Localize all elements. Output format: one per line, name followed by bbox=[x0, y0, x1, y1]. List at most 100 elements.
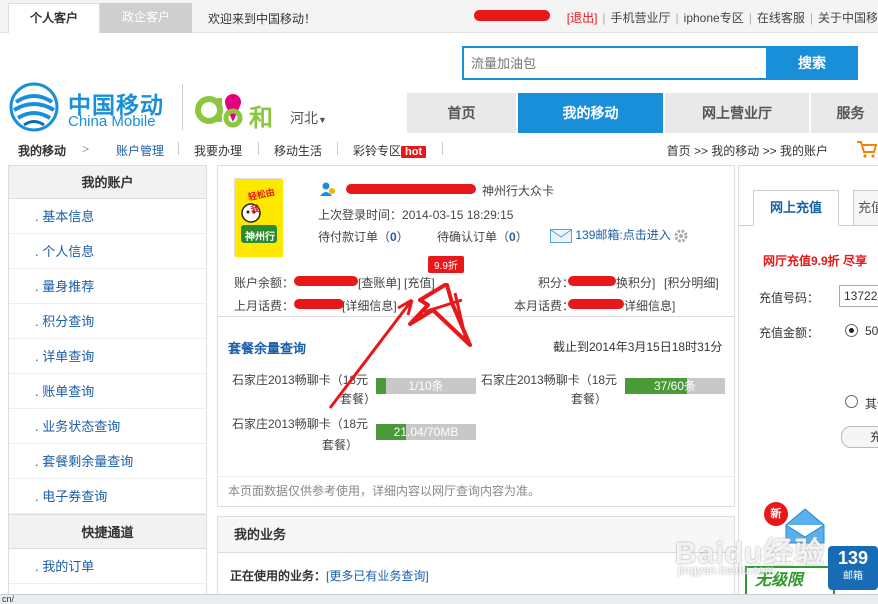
pending-confirm-count[interactable]: 0 bbox=[509, 230, 516, 244]
user-icon bbox=[320, 182, 336, 199]
nav-tab-home[interactable]: 首页 bbox=[407, 93, 517, 133]
divider bbox=[337, 142, 338, 155]
mail-139-number: 139 bbox=[837, 548, 869, 568]
this-month-detail-link[interactable]: 详细信息] bbox=[624, 297, 675, 314]
shopping-cart-icon[interactable] bbox=[856, 140, 878, 158]
top-link-mobile-hall[interactable]: 手机营业厅 bbox=[611, 11, 671, 25]
status-bar: cn/ bbox=[0, 594, 878, 604]
avatar-brand: 神州行 bbox=[245, 232, 275, 243]
last-login-time: 2014-03-15 18:29:15 bbox=[402, 208, 514, 222]
my-business-title: 我的业务 bbox=[218, 517, 734, 553]
subnav-mobile-life[interactable]: 移动生活 bbox=[274, 142, 322, 159]
subnav-ringtone-label: 彩铃专区 bbox=[353, 144, 402, 158]
sub-nav: 我的移动 > 账户管理 我要办理 移动生活 彩铃专区 hot 首页 >> 我的移动… bbox=[0, 136, 878, 162]
top-link-about[interactable]: 关于中国移 bbox=[818, 11, 878, 25]
and-brand-logo[interactable]: 和 bbox=[195, 80, 280, 132]
nav-tab-online-hall[interactable]: 网上营业厅 bbox=[665, 93, 810, 133]
tab-enterprise-customer[interactable]: 政企客户 bbox=[100, 3, 192, 33]
logout-link[interactable]: [退出] bbox=[567, 11, 598, 25]
last-login: 上次登录时间：2014-03-15 18:29:15 bbox=[318, 206, 513, 223]
sidebar-item-my-orders[interactable]: 我的订单 bbox=[9, 549, 206, 584]
package-name-2: 石家庄2013畅聊卡（18元 bbox=[481, 373, 618, 387]
divider bbox=[218, 316, 734, 317]
province-label: 河北 bbox=[290, 110, 318, 126]
province-selector[interactable]: 河北▼ bbox=[290, 108, 327, 128]
pending-payment-count[interactable]: 0 bbox=[390, 230, 397, 244]
pending-payment-label: 待付款订单（ bbox=[318, 230, 391, 244]
points-detail-link[interactable]: [积分明细] bbox=[664, 274, 719, 291]
sidebar-item-ecoupon-query[interactable]: 电子券查询 bbox=[9, 479, 206, 514]
recharge-number-input[interactable]: 137224 bbox=[839, 285, 878, 307]
subnav-account-management[interactable]: 账户管理 bbox=[116, 142, 164, 159]
package-usage-bar-1: 1/10条 bbox=[376, 378, 476, 394]
paren-close: ） bbox=[396, 230, 409, 244]
redacted-username bbox=[474, 10, 550, 21]
watermark-url: jingyan.baidu.com bbox=[678, 563, 775, 577]
more-business-link[interactable]: [更多已有业务查询] bbox=[326, 569, 429, 583]
search-input[interactable] bbox=[462, 46, 766, 80]
package-usage-bar-3: 21.04/70MB bbox=[376, 424, 476, 440]
last-login-label: 上次登录时间： bbox=[318, 208, 403, 222]
sidebar-item-detail-query[interactable]: 详单查询 bbox=[9, 339, 206, 374]
sidebar-heading-shortcuts: 快捷通道 bbox=[9, 514, 206, 549]
sidebar: 我的账户 基本信息 个人信息 量身推荐 积分查询 详单查询 账单查询 业务状态查… bbox=[8, 165, 207, 604]
amount-option-50: 50 bbox=[865, 324, 878, 338]
pending-confirm-label: 待确认订单（ bbox=[437, 230, 510, 244]
top-bar: 个人客户 政企客户 欢迎来到中国移动！ [退出] | 手机营业厅 | iphone专区 |… bbox=[0, 0, 878, 33]
amount-radio-50[interactable] bbox=[845, 324, 858, 337]
sidebar-item-points-query[interactable]: 积分查询 bbox=[9, 304, 206, 339]
mailbox-link[interactable]: 139邮箱:点击进入 bbox=[550, 226, 688, 243]
avatar: 轻松由我 神州行 bbox=[234, 178, 283, 257]
sidebar-item-service-status[interactable]: 业务状态查询 bbox=[9, 409, 206, 444]
balance-label: 账户余额： bbox=[234, 276, 295, 290]
view-bill-link[interactable]: [查账单] bbox=[358, 274, 401, 291]
divider bbox=[178, 142, 179, 155]
tab-online-recharge[interactable]: 网上充值 bbox=[753, 190, 839, 226]
subnav-handle[interactable]: 我要办理 bbox=[194, 142, 242, 159]
amount-radio-other[interactable] bbox=[845, 395, 858, 408]
nav-tab-service[interactable]: 服务 bbox=[811, 93, 878, 133]
tab-recharge-card[interactable]: 充值 bbox=[853, 190, 878, 226]
package-as-of: 截止到2014年3月15日18时31分 bbox=[553, 340, 723, 354]
chevron-down-icon: ▼ bbox=[318, 115, 327, 125]
package-name-3: 石家庄2013畅聊卡（18元 bbox=[232, 417, 369, 431]
sidebar-item-package-remaining[interactable]: 套餐剩余量查询 bbox=[9, 444, 206, 479]
top-link-online-service[interactable]: 在线客服 bbox=[757, 11, 805, 25]
sidebar-item-basic-info[interactable]: 基本信息 bbox=[9, 199, 206, 234]
gear-icon[interactable] bbox=[674, 229, 688, 243]
search-button[interactable]: 搜索 bbox=[766, 46, 858, 80]
recharge-link[interactable]: [充值] bbox=[404, 274, 435, 291]
hot-badge: hot bbox=[401, 146, 427, 158]
recharge-submit-button[interactable]: 充 bbox=[841, 426, 878, 448]
and-logo-suffix: 和 bbox=[249, 104, 273, 132]
tab-personal-customer[interactable]: 个人客户 bbox=[8, 3, 100, 33]
discount-badge: 9.9折 bbox=[428, 256, 464, 273]
divider bbox=[218, 476, 734, 477]
mailbox-label: 139邮箱:点击进入 bbox=[575, 228, 671, 242]
subnav-arrow: > bbox=[82, 142, 90, 156]
divider bbox=[258, 142, 259, 155]
last-month-detail-link[interactable]: [详细信息] bbox=[342, 297, 397, 314]
account-panel: 轻松由我 神州行 神州行大众卡 上次登录时间：2014-03-15 18:29:… bbox=[217, 165, 735, 507]
my-business-panel: 我的业务 正在使用的业务：[更多已有业务查询] bbox=[217, 516, 735, 604]
redacted-name bbox=[346, 184, 476, 194]
subnav-my-mobile[interactable]: 我的移动 bbox=[18, 142, 66, 159]
logo-english-name: China Mobile bbox=[68, 113, 156, 130]
exchange-points-link[interactable]: 换积分] bbox=[616, 274, 655, 291]
nav-tab-my-mobile[interactable]: 我的移动 bbox=[518, 93, 664, 133]
package-name-3-suffix: 套餐） bbox=[322, 438, 359, 452]
package-name-1: 石家庄2013畅聊卡（18元 bbox=[232, 373, 369, 387]
sidebar-item-bill-query[interactable]: 账单查询 bbox=[9, 374, 206, 409]
recharge-promo[interactable]: 网厅充值9.9折 尽享 bbox=[763, 252, 867, 269]
china-mobile-logo-icon[interactable] bbox=[8, 82, 60, 132]
sidebar-item-recommendation[interactable]: 量身推荐 bbox=[9, 269, 206, 304]
breadcrumb: 首页 >> 我的移动 >> 我的账户 bbox=[666, 144, 828, 158]
top-link-iphone[interactable]: iphone专区 bbox=[684, 11, 744, 25]
recharge-amount-label: 充值金额： bbox=[759, 326, 820, 340]
package-name-1-suffix: 套餐） bbox=[340, 392, 377, 406]
brand-name: 神州行大众卡 bbox=[482, 184, 555, 198]
mail-139-badge[interactable]: 139 邮箱 bbox=[828, 546, 878, 590]
subnav-ringtone[interactable]: 彩铃专区 hot bbox=[353, 142, 427, 159]
business-in-use: 正在使用的业务：[更多已有业务查询] bbox=[230, 567, 429, 584]
sidebar-item-personal-info[interactable]: 个人信息 bbox=[9, 234, 206, 269]
